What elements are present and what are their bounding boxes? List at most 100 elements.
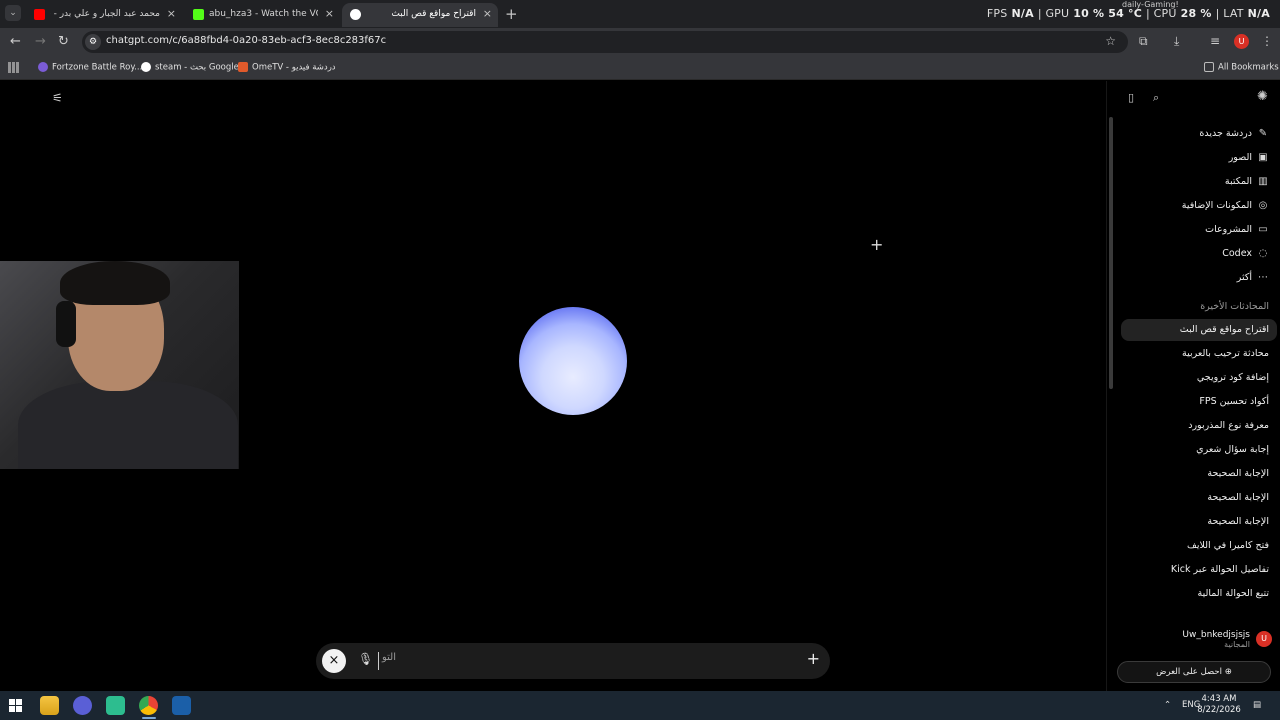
chat-item[interactable]: الإجابة الصحيحة xyxy=(1207,516,1269,527)
sidebar-item-plugins[interactable]: ◎ المكونات الإضافية xyxy=(1182,195,1269,215)
system-clock[interactable]: 4:43 AM 8/22/2026 xyxy=(1196,694,1242,716)
new-tab-button[interactable]: + xyxy=(505,5,518,23)
sidebar-item-new-chat[interactable]: ✎ دردشة جديدة xyxy=(1199,123,1269,143)
chat-item[interactable]: محادثة ترحيب بالعربية xyxy=(1182,348,1269,359)
bookmark-item[interactable]: steam - بحث Google xyxy=(141,62,239,73)
chat-item-active[interactable]: اقتراح مواقع قص البث xyxy=(1180,324,1269,335)
end-voice-button[interactable]: × xyxy=(322,649,346,673)
chat-item[interactable]: تفاصيل الحوالة عبر Kick xyxy=(1171,564,1269,575)
reload-icon[interactable]: ↻ xyxy=(58,34,69,49)
chat-app-icon[interactable] xyxy=(106,696,125,715)
bookmark-label: steam - بحث Google xyxy=(155,62,239,73)
address-bar[interactable]: ⚙ chatgpt.com/c/6a88fbd4-0a20-83eb-acf3-… xyxy=(82,31,1128,53)
apps-grid-icon[interactable] xyxy=(8,62,19,73)
folder-icon xyxy=(1204,62,1214,72)
sidebar-scrollbar[interactable] xyxy=(1109,117,1113,389)
chat-item[interactable]: تتبع الحوالة المالية xyxy=(1198,588,1269,599)
sidebar-item-label: المشروعات xyxy=(1205,223,1252,235)
file-explorer-icon[interactable] xyxy=(40,696,59,715)
chrome-menu-icon[interactable]: ⋮ xyxy=(1261,34,1273,48)
message-input[interactable]: التو xyxy=(378,652,778,670)
overlay-app-icon[interactable] xyxy=(73,696,92,715)
clock-date: 8/22/2026 xyxy=(1197,705,1241,715)
search-icon[interactable]: ⌕ xyxy=(1153,91,1159,105)
steam-icon[interactable] xyxy=(172,696,191,715)
sidebar-item-label: دردشة جديدة xyxy=(1199,127,1252,139)
site-info-icon[interactable]: ⚙ xyxy=(85,34,101,50)
voice-settings-icon[interactable]: ⚟ xyxy=(52,91,63,105)
sidebar-toggle-icon[interactable]: ▯ xyxy=(1128,91,1134,104)
voice-mode-area: ⚟ + × 🎙 التو + xyxy=(0,81,1106,691)
chat-item[interactable]: الإجابة الصحيحة xyxy=(1207,492,1269,503)
chat-sidebar: ▯ ⌕ ✺ ✎ دردشة جديدة ▣ الصور ▥ المكتبة ◎ … xyxy=(1106,81,1280,691)
download-icon[interactable]: ⤓ xyxy=(1174,34,1179,49)
profile-avatar[interactable]: U xyxy=(1234,34,1249,49)
lat-label: LAT xyxy=(1223,7,1244,20)
youtube-favicon-icon xyxy=(34,9,45,20)
sidebar-item-codex[interactable]: ◌ Codex xyxy=(1222,243,1269,263)
chat-item[interactable]: الإجابة الصحيحة xyxy=(1207,468,1269,479)
add-attachment-button[interactable]: + xyxy=(807,649,820,668)
chat-item[interactable]: معرفة نوع المذربورد xyxy=(1188,420,1269,431)
sidebar-item-projects[interactable]: ▭ المشروعات xyxy=(1205,219,1269,239)
get-offer-button[interactable]: ⊕ احصل على العرض xyxy=(1117,661,1271,683)
avatar: U xyxy=(1256,631,1272,647)
openai-logo-icon[interactable]: ✺ xyxy=(1257,89,1268,104)
back-arrow-icon[interactable]: ← xyxy=(10,34,21,49)
forward-arrow-icon[interactable]: → xyxy=(35,34,46,49)
sidebar-item-label: أكثر xyxy=(1236,271,1252,283)
voice-orb xyxy=(519,307,627,415)
tab-title: اقتراح مواقع قص البث xyxy=(391,9,476,19)
browser-tab-active[interactable]: اقتراح مواقع قص البث × xyxy=(342,3,498,27)
all-bookmarks-label: All Bookmarks xyxy=(1218,62,1279,73)
sidebar-item-images[interactable]: ▣ الصور xyxy=(1229,147,1269,167)
extensions-icon[interactable]: ⧉ xyxy=(1139,34,1148,49)
tab-search-icon[interactable]: ⌄ xyxy=(5,5,21,21)
sidebar-item-label: المكتبة xyxy=(1224,175,1252,187)
mic-muted-icon[interactable]: 🎙 xyxy=(358,652,373,666)
tray-overflow-icon[interactable]: ⌃ xyxy=(1164,700,1171,710)
recent-chats-heading: المحادثات الأخيرة xyxy=(1200,301,1269,312)
chat-item[interactable]: إجابة سؤال شعري xyxy=(1196,444,1269,455)
chat-item[interactable]: إضافة كود ترويجي xyxy=(1197,372,1269,383)
browser-tab[interactable]: محمد عبد الجبار و علي بدر - حيله × xyxy=(26,3,182,27)
user-plan: المجانية xyxy=(1224,639,1250,649)
crosshair-cursor-icon: + xyxy=(870,235,884,254)
tab-close-icon[interactable]: × xyxy=(483,7,492,20)
codex-icon: ◌ xyxy=(1258,247,1268,259)
bookmark-item[interactable]: Fortzone Battle Roy... xyxy=(38,62,142,73)
browser-tab[interactable]: abu_hza3 - Watch the VOD on × xyxy=(185,3,340,27)
bookmark-item[interactable]: OmeTV - دردشة فيديو xyxy=(238,62,336,73)
webcam-overlay xyxy=(0,261,239,469)
windows-taskbar: ⌃ ENG 4:43 AM 8/22/2026 ▤ xyxy=(0,691,1280,720)
list-fade xyxy=(1107,606,1280,618)
chat-item[interactable]: فتح كاميرا في اللايف xyxy=(1187,540,1269,551)
chrome-icon[interactable] xyxy=(139,696,158,715)
url-text[interactable]: chatgpt.com/c/6a88fbd4-0a20-83eb-acf3-8e… xyxy=(106,35,386,46)
gpu-label: GPU xyxy=(1045,7,1070,20)
edit-icon: ✎ xyxy=(1258,127,1268,139)
chat-item[interactable]: أكواد تحسين FPS xyxy=(1199,396,1269,407)
google-favicon-icon xyxy=(141,62,151,72)
fps-label: FPS xyxy=(986,7,1008,20)
sidebar-item-label: المكونات الإضافية xyxy=(1181,199,1252,211)
sidebar-item-label: الصور xyxy=(1228,151,1252,163)
tab-close-icon[interactable]: × xyxy=(167,7,176,20)
windows-start-icon[interactable] xyxy=(9,699,22,712)
tab-close-icon[interactable]: × xyxy=(325,7,334,20)
bookmark-favicon-icon xyxy=(238,62,248,72)
bookmark-star-icon[interactable]: ☆ xyxy=(1105,34,1116,48)
all-bookmarks-button[interactable]: All Bookmarks xyxy=(1204,62,1279,73)
sidebar-item-more[interactable]: ⋯ أكثر xyxy=(1237,267,1269,287)
folder-icon: ▭ xyxy=(1258,223,1268,235)
bookmark-label: OmeTV - دردشة فيديو xyxy=(252,62,336,73)
clock-time: 4:43 AM xyxy=(1201,694,1237,704)
voice-composer: × 🎙 التو + xyxy=(316,643,830,679)
tab-title: abu_hza3 - Watch the VOD on xyxy=(209,9,318,19)
sidebar-item-library[interactable]: ▥ المكتبة xyxy=(1225,171,1269,191)
media-control-icon[interactable]: ≡ xyxy=(1210,34,1220,48)
webcam-person-hair xyxy=(60,261,170,305)
fps-value: N/A xyxy=(1011,7,1034,20)
notifications-icon[interactable]: ▤ xyxy=(1253,700,1261,710)
user-account-row[interactable]: U Uw_bnkedjsjsjs المجانية xyxy=(1182,626,1272,652)
